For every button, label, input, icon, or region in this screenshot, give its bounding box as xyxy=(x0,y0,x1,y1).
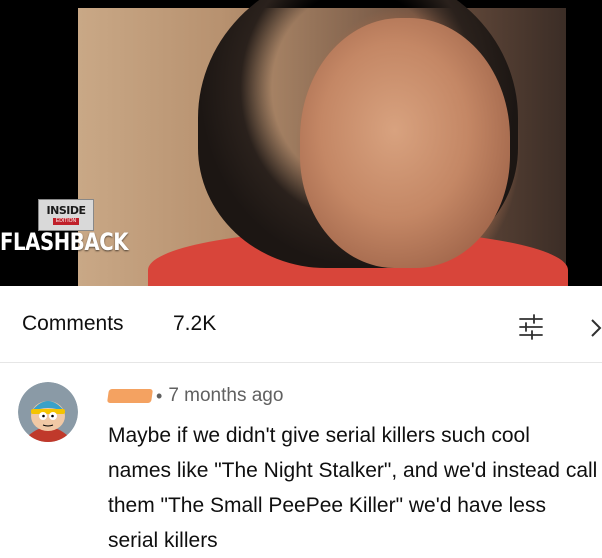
sort-filter-icon[interactable] xyxy=(518,314,544,340)
comment-timestamp: 7 months ago xyxy=(168,385,284,406)
avatar[interactable] xyxy=(18,382,78,442)
comments-count: 7.2K xyxy=(173,312,217,335)
show-logo: INSIDE EDITION xyxy=(38,199,94,231)
video-player[interactable]: INSIDE EDITION FLASHBACK xyxy=(0,0,602,286)
video-frame xyxy=(78,0,568,286)
comment-meta: • 7 months ago xyxy=(107,384,284,408)
show-logo-subtext: EDITION xyxy=(52,218,80,225)
video-title-overlay: FLASHBACK xyxy=(0,228,129,256)
show-logo-text: INSIDE xyxy=(46,204,86,217)
chevron-right-icon[interactable] xyxy=(590,318,602,338)
comment-body: Maybe if we didn't give serial killers s… xyxy=(108,424,598,552)
meta-separator: • xyxy=(156,385,163,406)
redacted-username xyxy=(107,389,153,403)
cartoon-avatar-icon xyxy=(18,382,78,442)
comments-title: Comments xyxy=(22,312,124,335)
video-subject-face xyxy=(300,18,510,268)
